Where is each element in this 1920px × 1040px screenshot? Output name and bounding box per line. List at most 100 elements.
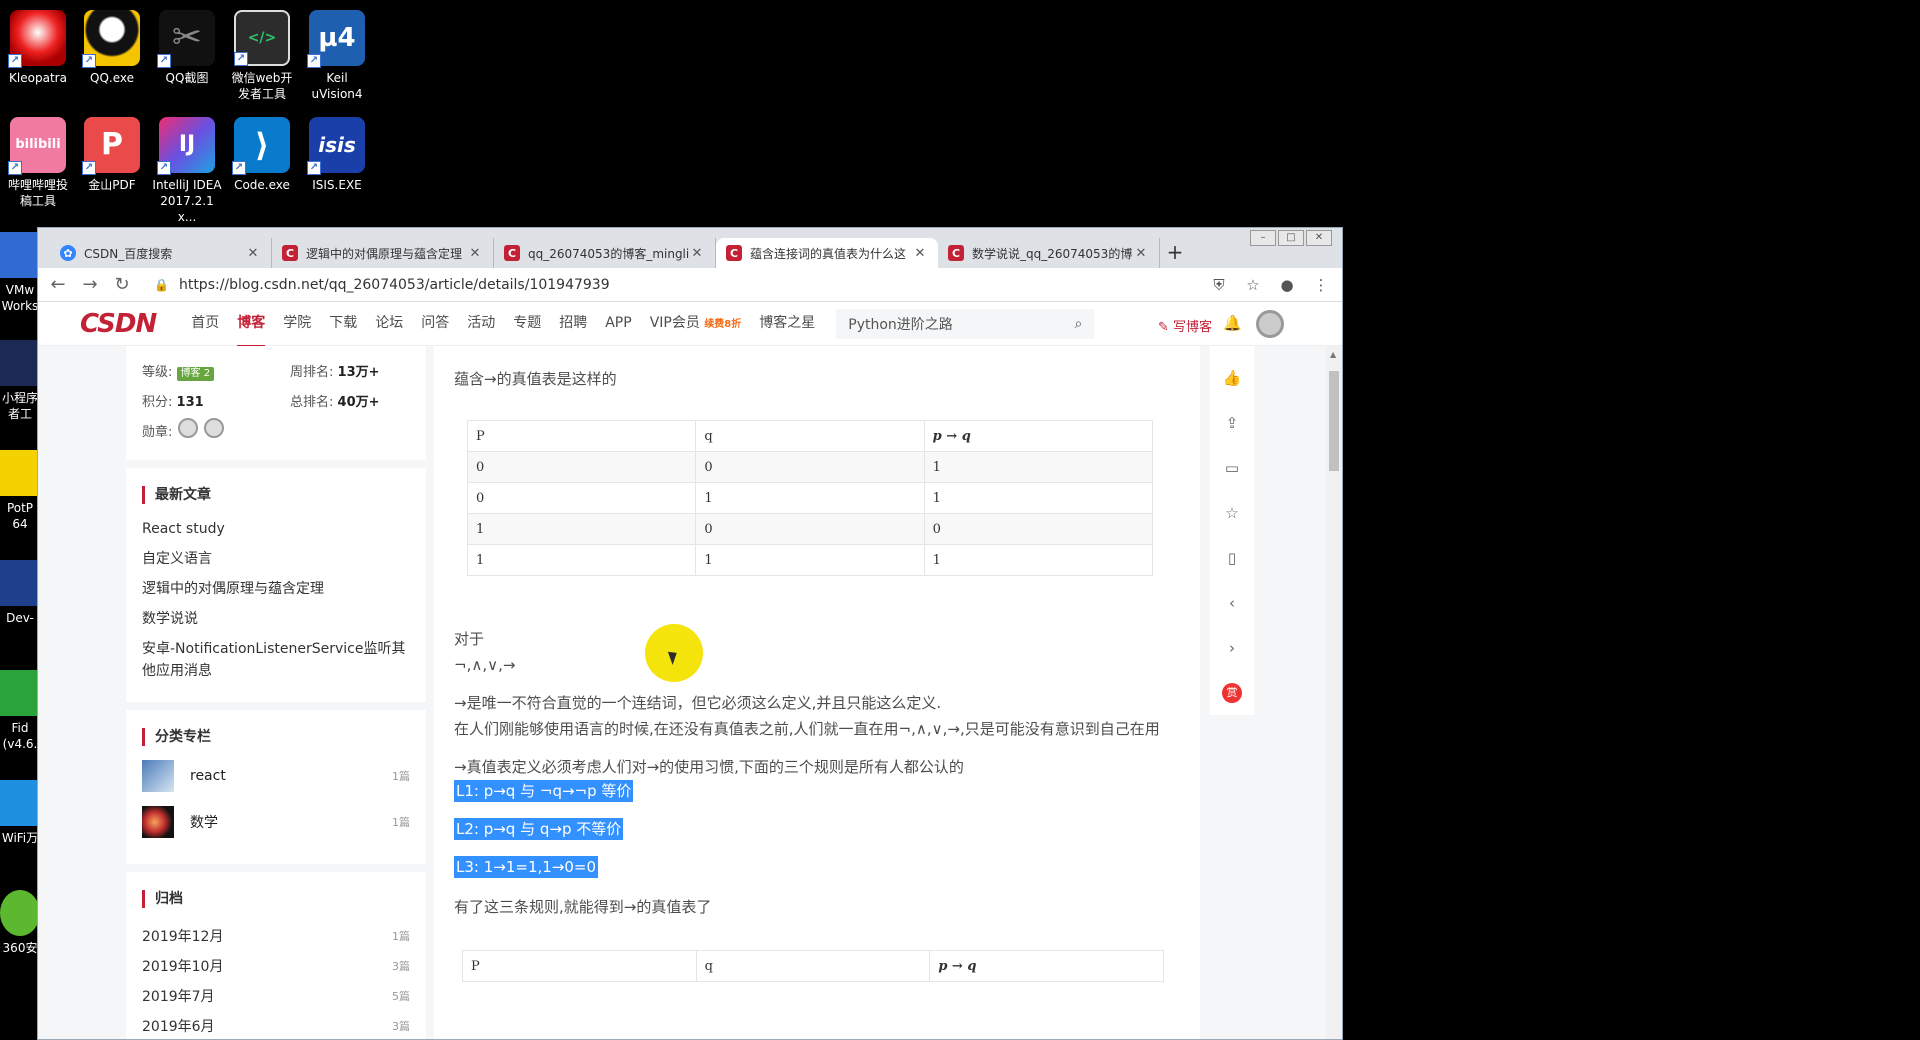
nav-blog[interactable]: 博客: [228, 301, 274, 347]
desktop-icon-kleopatra[interactable]: ↗ Kleopatra: [1, 10, 75, 86]
nav-academy[interactable]: 学院: [274, 301, 320, 347]
tab-duality[interactable]: C 逻辑中的对偶原理与蕴含定理 ✕: [272, 238, 494, 268]
scroll-up-icon[interactable]: ▲: [1330, 350, 1336, 359]
tab-math[interactable]: C 数学说说_qq_26074053的博 ✕: [938, 238, 1160, 268]
maximize-button[interactable]: □: [1278, 230, 1304, 246]
desktop-icon-isis[interactable]: isis ↗ ISIS.EXE: [300, 117, 374, 193]
nav-jobs[interactable]: 招聘: [550, 301, 596, 347]
tab-implication[interactable]: C 蕴含连接词的真值表为什么这 ✕: [716, 238, 938, 268]
desktop-icon-wechat-devtools[interactable]: </> ↗ 微信web开 发者工具: [225, 10, 299, 102]
nav-forum[interactable]: 论坛: [366, 301, 412, 347]
favorite-star-icon[interactable]: ☆: [1210, 491, 1254, 536]
search-icon[interactable]: ⌕: [1074, 316, 1082, 332]
next-arrow-icon[interactable]: ›: [1210, 626, 1254, 671]
mobile-icon[interactable]: ▯: [1210, 536, 1254, 581]
desktop-icon-qq[interactable]: ↗ QQ.exe: [75, 10, 149, 86]
desktop-icon-bilibili[interactable]: bilibili ↗ 哔哩哔哩投 稿工具: [1, 117, 75, 209]
prev-arrow-icon[interactable]: ‹: [1210, 581, 1254, 626]
desktop-icon-label: WiFi万: [1, 831, 39, 845]
close-tab-icon[interactable]: ✕: [689, 246, 705, 261]
latest-article-link[interactable]: 数学说说: [142, 608, 410, 630]
category-item[interactable]: react 1篇: [142, 760, 410, 792]
menu-kebab-icon[interactable]: ⋮: [1310, 276, 1332, 294]
scissors-icon: ✂ ↗: [157, 10, 215, 68]
nav-vip[interactable]: VIP会员 续费8折: [641, 301, 751, 347]
archive-item[interactable]: 2019年6月 3篇: [142, 1012, 410, 1039]
article-paragraph: ¬,∧,∨,→: [454, 656, 516, 674]
desktop-icon-wps-pdf[interactable]: P ↗ 金山PDF: [75, 117, 149, 193]
forward-icon[interactable]: →: [80, 274, 100, 295]
desktop-icon-keil[interactable]: µ4 ↗ Keil uVision4: [300, 10, 374, 102]
desktop-icon-label: Dev-: [6, 611, 34, 625]
table-header-cell: p → q: [923, 420, 1154, 452]
archive-item[interactable]: 2019年12月 1篇: [142, 922, 410, 952]
latest-article-link[interactable]: 逻辑中的对偶原理与蕴含定理: [142, 578, 410, 600]
category-item[interactable]: 数学 1篇: [142, 806, 410, 838]
minimize-button[interactable]: –: [1250, 230, 1276, 246]
archive-month: 2019年6月: [142, 1019, 215, 1035]
tab-strip: – □ ✕ ✿ CSDN_百度搜索 ✕ C 逻辑中的对偶原理与蕴含定理 ✕ Cqq_26…: [38, 228, 1342, 268]
close-tab-icon[interactable]: ✕: [467, 246, 483, 261]
archive-item[interactable]: 2019年10月 3篇: [142, 952, 410, 982]
desktop-icon-miniprogram[interactable]: 小程序 者工: [0, 340, 40, 422]
new-tab-button[interactable]: +: [1160, 238, 1190, 268]
level-badge: 博客 2: [176, 367, 215, 381]
reward-icon[interactable]: 赏: [1222, 683, 1242, 703]
desktop-icon-fiddler[interactable]: Fid (v4.6.: [0, 670, 40, 752]
avatar[interactable]: [1256, 310, 1284, 338]
like-icon[interactable]: 👍: [1210, 356, 1254, 401]
article-paragraph: 有了这三条规则,就能得到→的真值表了: [454, 898, 712, 916]
nav-home[interactable]: 首页: [182, 301, 228, 347]
desktop-icon-qq-screenshot[interactable]: ✂ ↗ QQ截图: [150, 10, 224, 86]
desktop-icon-vscode[interactable]: ⟩ ↗ Code.exe: [225, 117, 299, 193]
nav-app[interactable]: APP: [596, 301, 640, 347]
desktop-icon-vmware[interactable]: VMw Works: [0, 232, 40, 314]
wechat-devtools-icon: </> ↗: [234, 10, 290, 66]
medal-icon[interactable]: [204, 418, 225, 438]
article-side-toolbar: 👍 ⇪ ▭ ☆ ▯ ‹ › 赏: [1210, 346, 1254, 715]
tab-title: CSDN_百度搜索: [84, 246, 173, 261]
desktop-icon-label: Keil: [326, 71, 348, 85]
bell-icon[interactable]: 🔔: [1223, 314, 1242, 332]
medal-icon[interactable]: [178, 418, 199, 438]
scrollbar-thumb[interactable]: [1329, 371, 1339, 471]
tab-baidu-search[interactable]: ✿ CSDN_百度搜索 ✕: [50, 238, 272, 268]
extension-icon[interactable]: ⛨: [1208, 276, 1230, 294]
close-tab-icon[interactable]: ✕: [245, 246, 261, 261]
tab-blog-home[interactable]: Cqq_26074053的博客_minglie ✕: [494, 238, 716, 268]
comment-icon[interactable]: ▭: [1210, 446, 1254, 491]
table-cell: 0: [695, 513, 925, 545]
nav-events[interactable]: 活动: [458, 301, 504, 347]
nav-download[interactable]: 下载: [320, 301, 366, 347]
write-blog-button[interactable]: ✎ 写博客: [1158, 316, 1212, 335]
pdf-icon: P ↗: [82, 117, 140, 175]
nav-blog-star[interactable]: 博客之星: [750, 301, 824, 347]
nav-topics[interactable]: 专题: [504, 301, 550, 347]
profile-icon[interactable]: ●: [1276, 276, 1298, 294]
close-tab-icon[interactable]: ✕: [912, 246, 928, 261]
close-tab-icon[interactable]: ✕: [1133, 246, 1149, 261]
desktop-icon-intellij[interactable]: IJ ↗ IntelliJ IDEA 2017.2.1 x...: [150, 117, 224, 225]
close-window-button[interactable]: ✕: [1306, 230, 1332, 246]
latest-article-link[interactable]: React study: [142, 518, 410, 540]
desktop-icon-devcpp[interactable]: Dev-: [0, 560, 40, 626]
bookmark-star-icon[interactable]: ☆: [1242, 276, 1264, 294]
share-icon[interactable]: ⇪: [1210, 401, 1254, 446]
desktop-icon-wifi[interactable]: WiFi万: [0, 780, 40, 846]
desktop-icon-potplayer[interactable]: PotP 64: [0, 450, 40, 532]
back-icon[interactable]: ←: [48, 274, 68, 295]
reload-icon[interactable]: ↻: [112, 274, 132, 295]
table-row: 001: [466, 451, 1154, 483]
category-thumbnail: [142, 760, 174, 792]
desktop-icon-360[interactable]: 360安: [0, 890, 40, 956]
search-input[interactable]: Python进阶之路 ⌕: [836, 308, 1095, 339]
csdn-logo[interactable]: CSDN: [80, 309, 157, 339]
truth-table-2: Pqp → q: [462, 950, 1164, 982]
archive-item[interactable]: 2019年7月 5篇: [142, 982, 410, 1012]
url-field[interactable]: 🔒 https://blog.csdn.net/qq_26074053/artic…: [144, 271, 1196, 299]
page-scrollbar[interactable]: ▲: [1326, 346, 1342, 1039]
latest-article-link[interactable]: 自定义语言: [142, 548, 410, 570]
latest-article-link[interactable]: 安卓-NotificationListenerService监听其他应用消息: [142, 638, 410, 682]
nav-qa[interactable]: 问答: [412, 301, 458, 347]
desktop-icon-label: VMw: [5, 283, 35, 297]
